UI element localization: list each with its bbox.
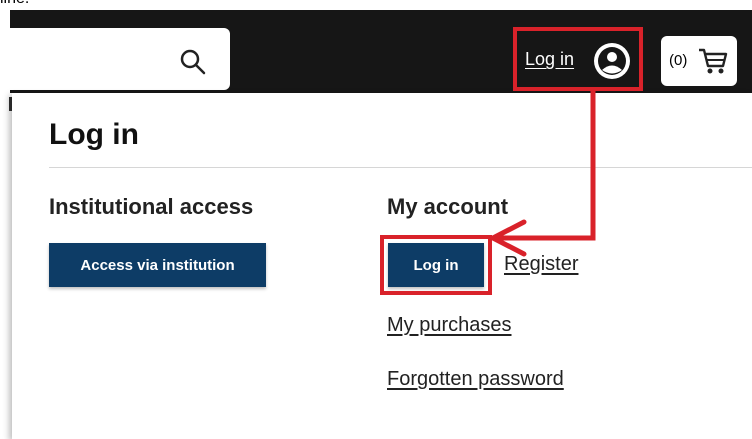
annotation-arrow: [487, 91, 596, 257]
